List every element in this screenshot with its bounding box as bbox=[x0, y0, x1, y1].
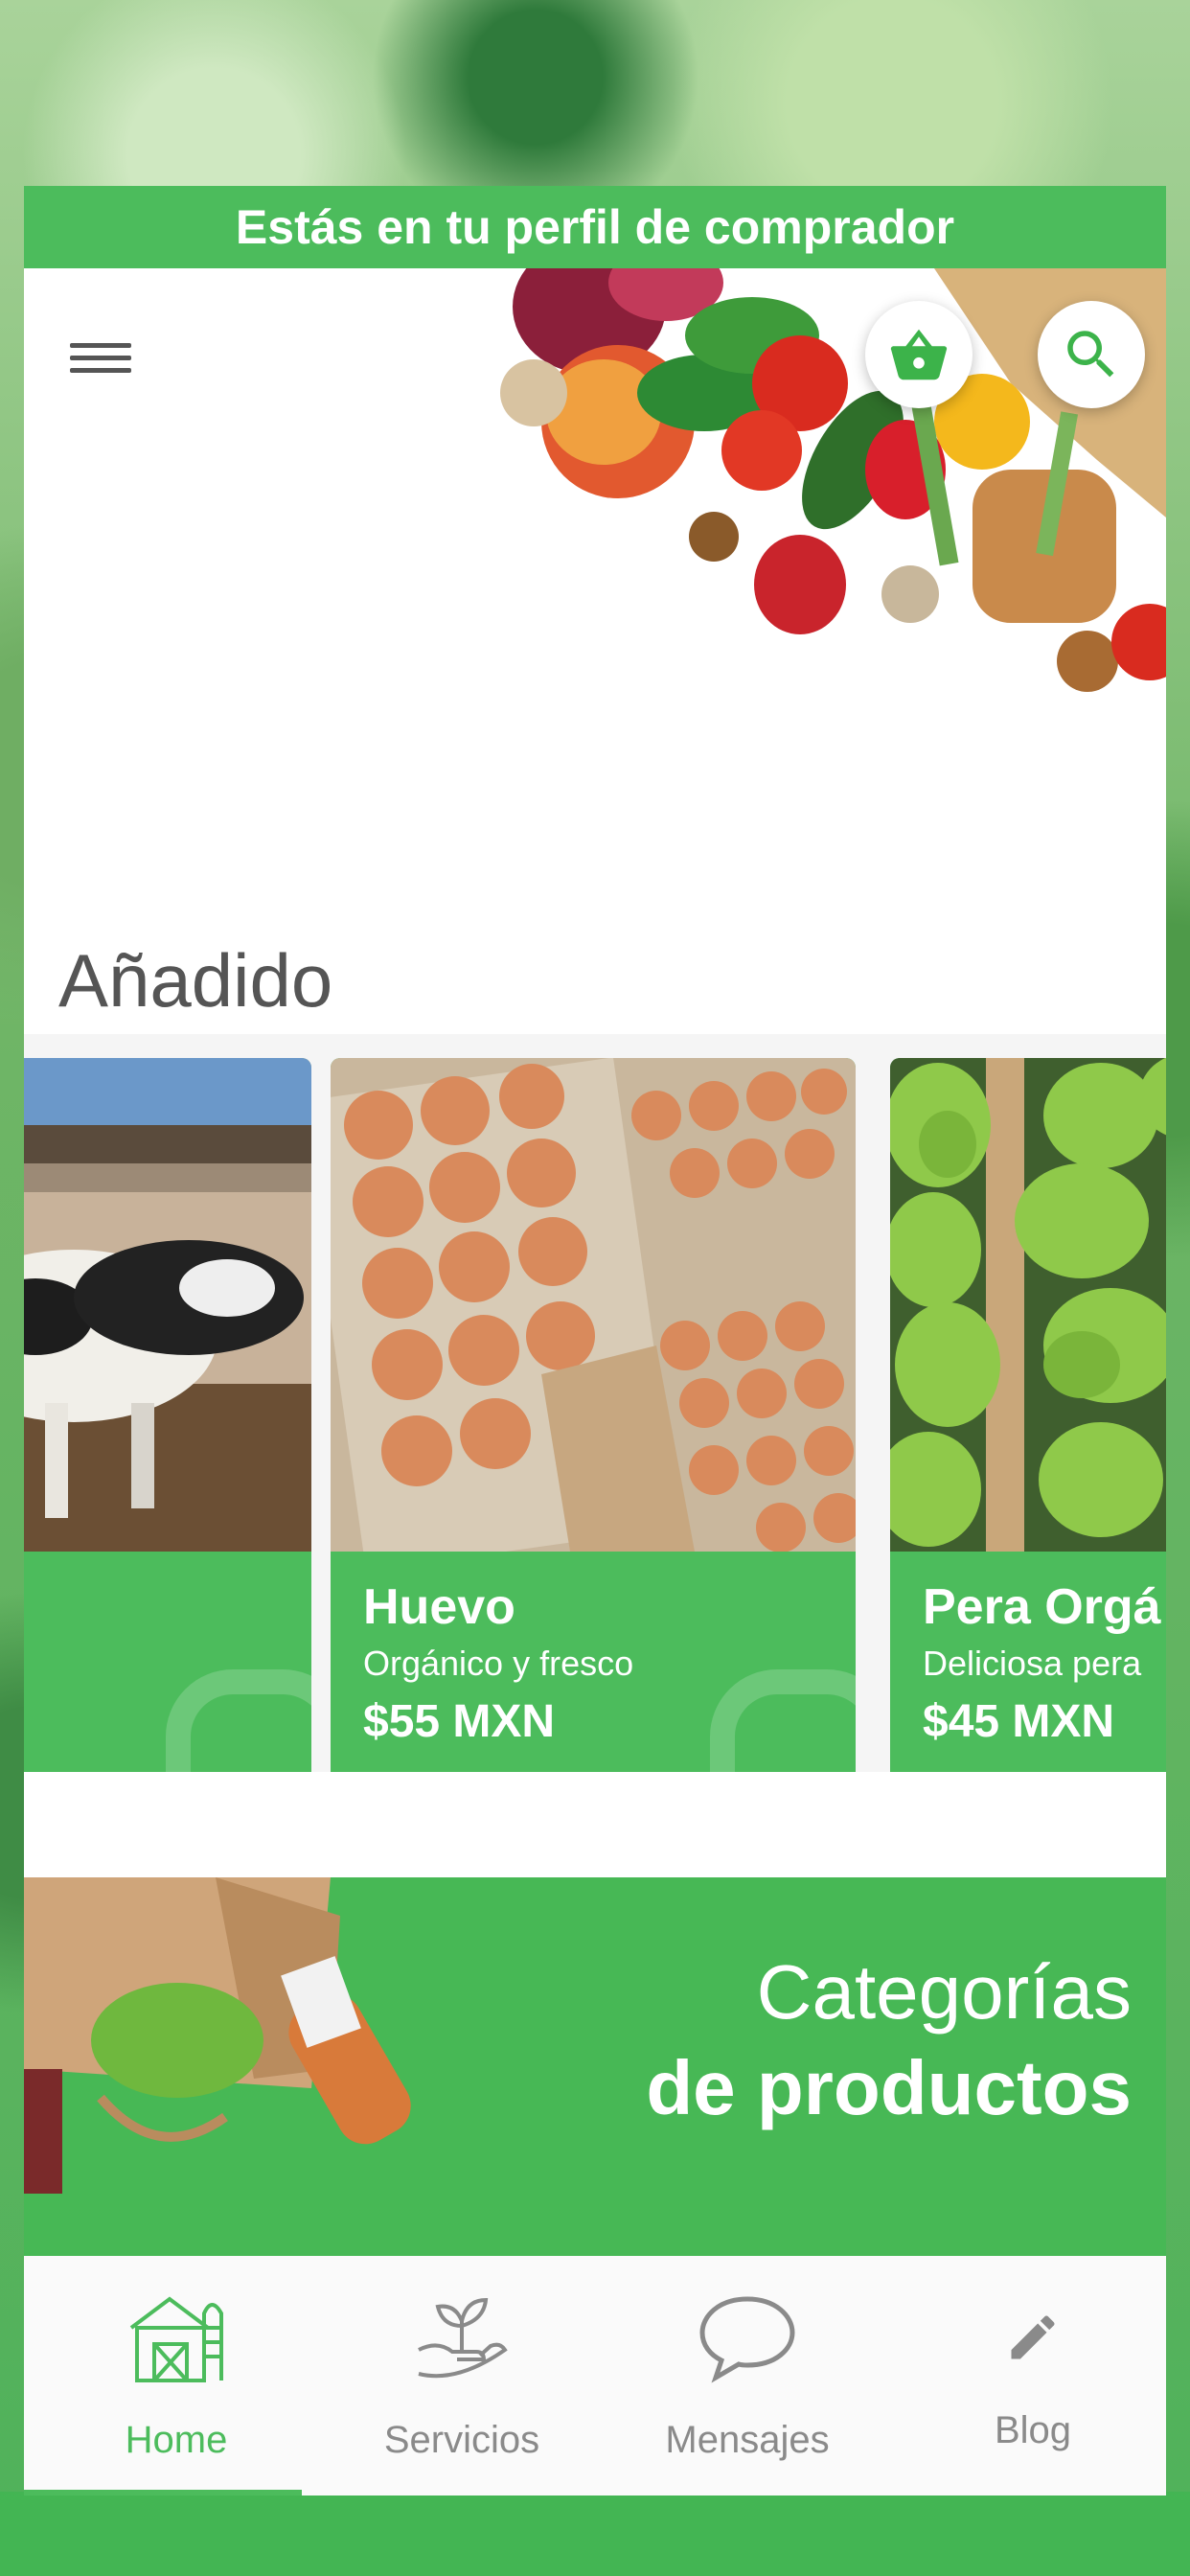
nav-item-servicios[interactable]: Servicios bbox=[319, 2256, 605, 2496]
categories-title: Categorías de productos bbox=[646, 1944, 1132, 2136]
bottom-navigation: Home Servicios Mensajes Blog bbox=[24, 2256, 1166, 2496]
product-card[interactable]: Pera Orgá Deliciosa pera $45 MXN bbox=[890, 1058, 1166, 1772]
product-price: $45 MXN bbox=[923, 1696, 1115, 1747]
search-icon bbox=[1067, 331, 1114, 378]
categories-title-line2: de productos bbox=[646, 2045, 1132, 2130]
card-decoration bbox=[710, 1669, 856, 1772]
product-photo-cows bbox=[24, 1058, 311, 1552]
recent-products-carousel[interactable]: nera ar XN bbox=[24, 1034, 1166, 1772]
hamburger-menu-icon[interactable] bbox=[70, 335, 131, 383]
plant-hand-icon bbox=[418, 2297, 508, 2379]
bottom-strip bbox=[0, 2492, 1190, 2576]
card-decoration bbox=[166, 1669, 311, 1772]
product-info: nera ar XN bbox=[24, 1552, 311, 1772]
product-info: Huevo Orgánico y fresco $55 MXN bbox=[331, 1552, 856, 1772]
cart-button[interactable] bbox=[865, 301, 973, 408]
product-name: Huevo bbox=[363, 1579, 515, 1635]
basket-icon bbox=[890, 329, 948, 380]
nav-label: Blog bbox=[994, 2409, 1072, 2451]
nav-active-indicator bbox=[24, 2490, 302, 2496]
grocery-bag-illustration bbox=[24, 1877, 411, 2194]
product-description: Orgánico y fresco bbox=[363, 1644, 634, 1683]
barn-icon bbox=[129, 2296, 223, 2382]
chat-bubble-icon bbox=[699, 2296, 795, 2383]
pencil-icon bbox=[1011, 2315, 1055, 2359]
product-name: Pera Orgá bbox=[923, 1579, 1161, 1635]
app-screen: Estás en tu perfil de comprador Añadido … bbox=[24, 186, 1166, 2496]
nav-label: Home bbox=[125, 2419, 228, 2461]
product-card[interactable]: Huevo Orgánico y fresco $55 MXN bbox=[331, 1058, 856, 1772]
nav-item-mensajes[interactable]: Mensajes bbox=[605, 2256, 890, 2496]
profile-banner: Estás en tu perfil de comprador bbox=[24, 186, 1166, 268]
recent-title-line1: Añadido bbox=[58, 938, 333, 1023]
nav-item-home[interactable]: Home bbox=[34, 2256, 319, 2496]
nav-label: Mensajes bbox=[665, 2419, 830, 2461]
product-photo-pears bbox=[890, 1058, 1166, 1552]
nav-item-blog[interactable]: Blog bbox=[890, 2256, 1166, 2496]
header bbox=[24, 268, 1166, 891]
product-card[interactable]: nera ar XN bbox=[24, 1058, 311, 1772]
search-button[interactable] bbox=[1038, 301, 1145, 408]
categories-title-line1: Categorías bbox=[756, 1949, 1132, 2035]
product-price: $55 MXN bbox=[363, 1696, 556, 1747]
categories-section[interactable]: Categorías de productos bbox=[24, 1877, 1166, 2256]
product-description: Deliciosa pera bbox=[923, 1644, 1142, 1683]
product-info: Pera Orgá Deliciosa pera $45 MXN bbox=[890, 1552, 1166, 1772]
product-photo-eggs bbox=[331, 1058, 856, 1552]
nav-label: Servicios bbox=[383, 2419, 540, 2461]
